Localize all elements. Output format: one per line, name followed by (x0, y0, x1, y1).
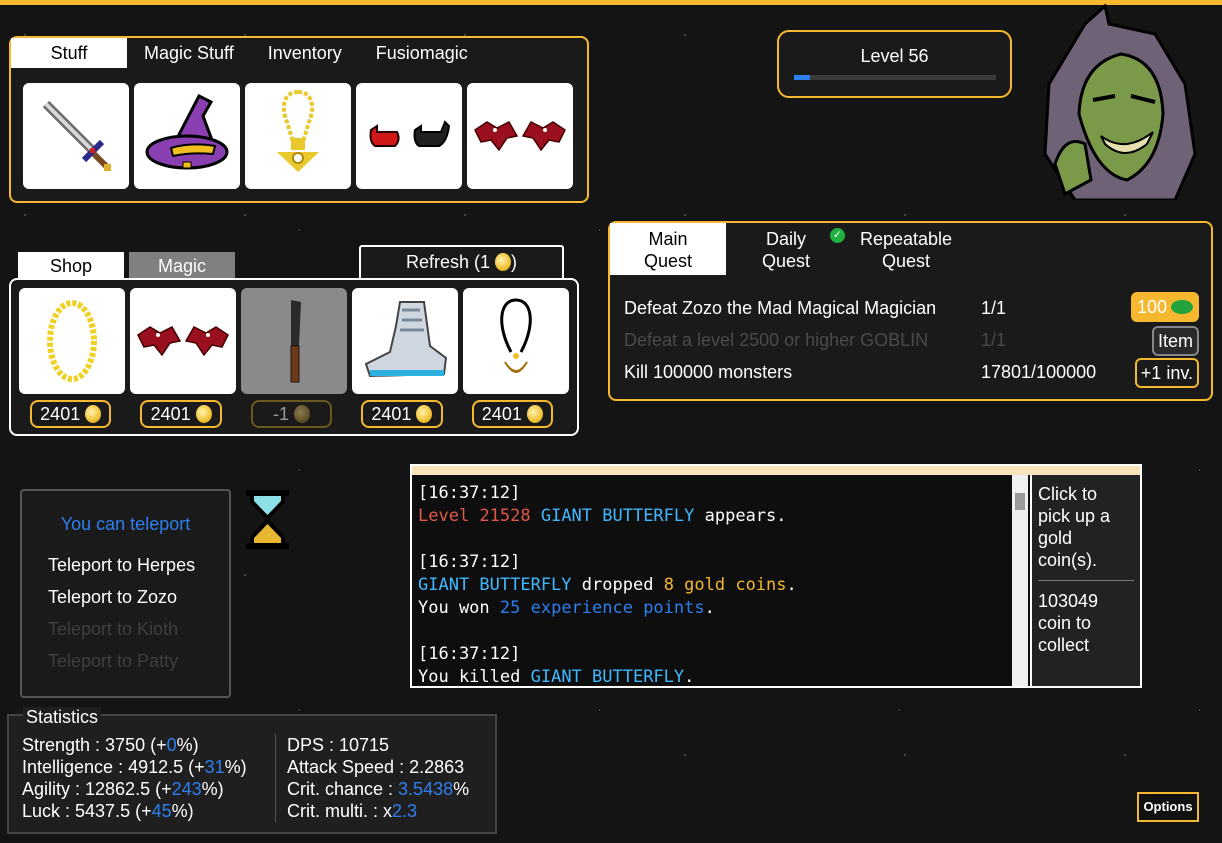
equipped-amulet-slot[interactable] (245, 83, 351, 189)
stat-strength: Strength : 3750 (+0%) (22, 735, 199, 755)
stat-crit-chance: Crit. chance : 3.5438% (287, 779, 470, 799)
xp-progress-bar (794, 75, 996, 80)
divider (1038, 580, 1134, 581)
stat-agility: Agility : 12862.5 (+243%) (22, 779, 224, 799)
golden-ring-icon (47, 300, 97, 382)
stuff-panel: Stuff Magic Stuff Inventory Fusiomagic (9, 36, 589, 203)
checkmark-icon: ✓ (830, 228, 845, 243)
coins-to-collect-label: coin to collect (1038, 613, 1092, 655)
stuff-tabs: Stuff Magic Stuff Inventory Fusiomagic (11, 38, 587, 68)
log-timestamp: [16:37:12] (418, 552, 521, 572)
hourglass-icon (246, 490, 289, 549)
log-timestamp: [16:37:12] (418, 644, 521, 664)
refresh-shop-button[interactable]: Refresh (1 ) (359, 245, 564, 279)
wizard-hat-icon (145, 93, 229, 170)
tab-main-quest[interactable]: Main Quest (610, 223, 726, 275)
equipped-bat-slot[interactable] (467, 83, 573, 189)
coin-collector[interactable]: Click to pick up a gold coin(s). 103049 … (1030, 475, 1140, 686)
coin-icon (195, 405, 212, 423)
price-tag: -1 (250, 400, 333, 428)
stat-luck: Luck : 5437.5 (+45%) (22, 801, 194, 821)
stat-intelligence: Intelligence : 4912.5 (+31%) (22, 757, 247, 777)
coin-icon (85, 405, 102, 423)
teleport-patty-button: Teleport to Patty (48, 651, 179, 671)
wizard-portrait (1043, 4, 1197, 200)
shop-item-ring[interactable] (19, 288, 125, 394)
tab-magic[interactable]: Magic (129, 252, 235, 278)
shop-panel: 2401 2401 -1 2401 2401 (9, 278, 579, 436)
teleport-heading: You can teleport (60, 514, 191, 534)
tab-daily-quest[interactable]: Daily ✓ Quest (726, 223, 846, 275)
log-header-bar (412, 466, 1140, 475)
claim-item-button[interactable]: Item (1151, 326, 1199, 356)
log-scrollbar[interactable] (1012, 475, 1028, 686)
options-button[interactable]: Options (1137, 792, 1199, 822)
scroll-thumb[interactable] (1015, 493, 1025, 510)
coin-icon (495, 253, 512, 271)
price-tag: 2401 (471, 400, 554, 428)
stat-dps: DPS : 10715 (287, 735, 390, 755)
shop-item-knife[interactable] (241, 288, 347, 394)
combat-log-panel: [16:37:12] Level 21528 GIANT BUTTERFLY ap… (410, 464, 1142, 688)
equipped-weapon-slot[interactable] (23, 83, 129, 189)
coin-icon (294, 405, 311, 423)
teleport-zozo-button[interactable]: Teleport to Zozo (48, 587, 177, 608)
divider (275, 734, 276, 822)
claim-reward-button[interactable]: 100 (1130, 292, 1199, 322)
boots-icon (369, 120, 451, 147)
knife-icon (290, 300, 301, 383)
combat-log[interactable]: [16:37:12] Level 21528 GIANT BUTTERFLY ap… (418, 482, 1008, 686)
level-label: Level 56 (860, 46, 929, 66)
emerald-icon (1171, 300, 1193, 314)
refresh-suffix: ) (511, 252, 518, 272)
log-timestamp: [16:37:12] (418, 483, 521, 503)
teleport-herpes-button[interactable]: Teleport to Herpes (48, 555, 195, 576)
level-box: Level 56 (777, 30, 1012, 98)
equipped-hat-slot[interactable] (134, 83, 240, 189)
collect-hint: Click to pick up a gold coin(s). (1038, 484, 1111, 570)
red-bat-icon (474, 121, 566, 152)
shop-item-bat[interactable] (130, 288, 236, 394)
claim-inventory-button[interactable]: +1 inv. (1134, 358, 1199, 388)
price-tag: 2401 (30, 400, 112, 428)
price-tag: 2401 (361, 400, 443, 428)
tab-repeatable-quest[interactable]: Repeatable Quest (846, 223, 966, 275)
sword-icon (42, 100, 111, 171)
stat-crit-multi: Crit. multi. : x2.3 (287, 801, 418, 821)
statistics-title: Statistics (23, 707, 102, 728)
quest-row: Kill 100000 monsters 17801/100000 +1 inv… (624, 357, 1199, 388)
quest-panel: Main Quest Daily ✓ Quest Repeatable Quest De… (608, 221, 1213, 401)
shop-item-necklace[interactable] (463, 288, 569, 394)
coin-icon (526, 405, 543, 423)
amulet-icon (277, 90, 319, 172)
stat-attack-speed: Attack Speed : 2.2863 (287, 757, 465, 777)
coin-icon (416, 405, 433, 423)
tab-inventory[interactable]: Inventory (251, 38, 359, 68)
statistics-panel: Statistics Strength : 3750 (+0%) Intelli… (7, 707, 497, 834)
teleport-kioth-button: Teleport to Kioth (48, 619, 179, 639)
tab-shop[interactable]: Shop (18, 252, 124, 278)
quest-row: Defeat Zozo the Mad Magical Magician 1/1… (624, 292, 1199, 323)
red-bat-icon (137, 326, 229, 357)
equipped-boots-slot[interactable] (356, 83, 462, 189)
quest-row: Defeat a level 2500 or higher GOBLIN 1/1… (624, 325, 1199, 356)
xp-progress-fill (794, 75, 811, 80)
teleport-panel: You can teleport Teleport to Herpes Tele… (20, 489, 231, 698)
quest-tabs: Main Quest Daily ✓ Quest Repeatable Quest (610, 223, 1211, 275)
coins-to-collect-count: 103049 (1038, 591, 1099, 611)
shop-item-sneaker[interactable] (352, 288, 458, 394)
refresh-label: Refresh (1 (405, 252, 491, 272)
tab-fusiomagic[interactable]: Fusiomagic (359, 38, 485, 68)
necklace-icon (500, 298, 532, 374)
sneaker-icon (364, 301, 448, 378)
price-tag: 2401 (140, 400, 222, 428)
tab-stuff[interactable]: Stuff (11, 38, 127, 68)
tab-magic-stuff[interactable]: Magic Stuff (127, 38, 251, 68)
